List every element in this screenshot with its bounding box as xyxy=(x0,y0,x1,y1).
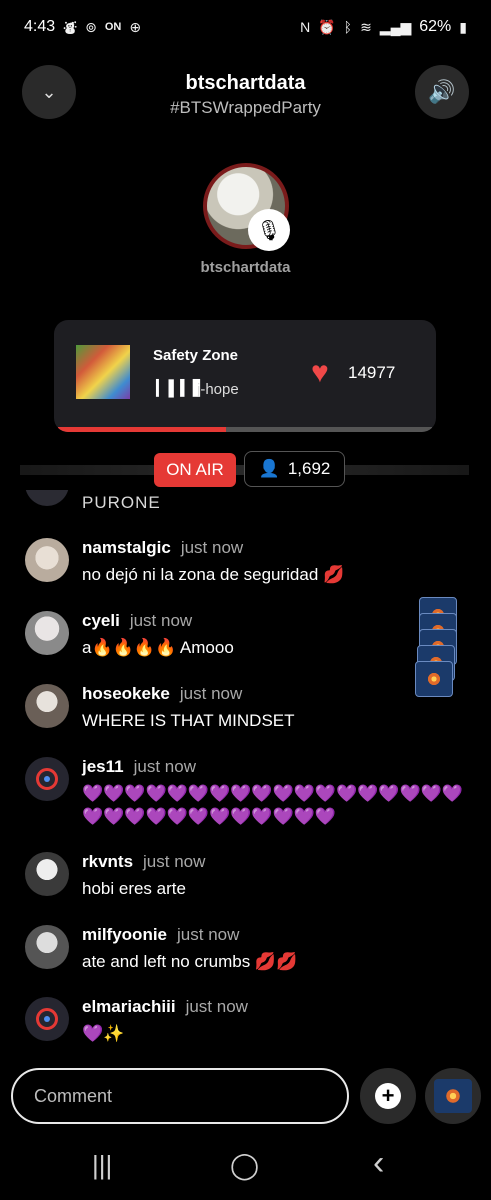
like-count: 14977 xyxy=(348,363,396,382)
volume-button[interactable]: 🔊 xyxy=(415,65,469,119)
plus-icon: + xyxy=(375,1083,401,1109)
avatar[interactable] xyxy=(25,757,69,801)
chat-feed[interactable]: PURONE namstalgic just now no dejó ni la … xyxy=(0,490,491,1050)
alarm-icon: ⏰ xyxy=(318,18,336,35)
gift-animation xyxy=(415,597,457,697)
chat-timestamp: just now xyxy=(179,684,243,703)
heart-icon[interactable]: ♥ xyxy=(311,356,329,390)
add-button[interactable]: + xyxy=(360,1068,416,1124)
chat-username[interactable]: cyeli xyxy=(82,611,120,630)
chat-text: a🔥🔥🔥🔥 Amooo xyxy=(82,638,234,657)
default-avatar-icon xyxy=(36,1008,58,1030)
wifi-icon: ≋ xyxy=(360,18,372,35)
chat-username[interactable]: jes11 xyxy=(82,757,124,776)
chat-text: 💜💜💜💜💜💜💜💜💜💜💜💜💜💜💜💜💜💜💜💜💜💜💜💜💜💜💜💜💜💜 xyxy=(82,784,464,826)
chat-timestamp: just now xyxy=(177,925,240,944)
mic-off-icon: 🎙 xyxy=(256,219,282,242)
mic-muted-badge: 🎙 xyxy=(248,209,290,251)
on-icon: ON xyxy=(104,21,122,33)
fireworks-icon xyxy=(415,661,453,697)
song-progress-fill xyxy=(58,427,227,432)
system-nav-bar: ||| ◯ ‹ xyxy=(0,1140,491,1200)
status-bar: 4:43 ⛇ ⊚ ON ⊕ N ⏰ ᛒ ≋ ▂▄▆ 62% ▮ xyxy=(0,0,491,54)
chat-username[interactable]: elmariachiii xyxy=(82,997,176,1016)
song-title: Safety Zone xyxy=(153,347,239,364)
chat-timestamp: just now xyxy=(180,538,244,557)
default-avatar-icon xyxy=(36,768,58,790)
avatar[interactable] xyxy=(25,925,69,969)
bluetooth-icon: ᛒ xyxy=(343,19,353,35)
chat-text: hobi eres arte xyxy=(82,879,186,898)
on-air-badge: ON AIR xyxy=(154,453,236,487)
partial-message-text: PURONE xyxy=(82,493,161,512)
status-left: 4:43 ⛇ ⊚ ON ⊕ xyxy=(24,17,141,38)
chat-timestamp: just now xyxy=(143,852,206,871)
recents-button[interactable]: ||| xyxy=(92,1150,112,1181)
nfc-icon: N xyxy=(300,19,311,35)
status-right: N ⏰ ᛒ ≋ ▂▄▆ 62% ▮ xyxy=(300,18,467,36)
avatar[interactable] xyxy=(25,538,69,582)
person-icon: 👤 xyxy=(258,459,280,478)
fireworks-icon xyxy=(434,1079,472,1113)
signal-icon: ▂▄▆ xyxy=(379,18,412,35)
chat-text: WHERE IS THAT MINDSET xyxy=(82,711,295,730)
chat-username[interactable]: namstalgic xyxy=(82,538,171,557)
avatar[interactable] xyxy=(25,684,69,728)
back-button[interactable]: ‹ xyxy=(373,1144,384,1183)
chat-text: ate and left no crumbs 💋💋 xyxy=(82,952,298,971)
chat-timestamp: just now xyxy=(129,611,193,630)
avatar[interactable] xyxy=(25,852,69,896)
chat-username[interactable]: rkvnts xyxy=(82,852,133,871)
chat-username[interactable]: hoseokeke xyxy=(82,684,170,703)
status-time: 4:43 xyxy=(24,18,56,35)
now-playing-card[interactable]: Safety Zone ▎▌▍▋ j-hope ♥ 14977 xyxy=(54,320,436,432)
send-gift-button[interactable] xyxy=(425,1068,481,1124)
data-saver-icon: ⊕ xyxy=(129,18,142,35)
comment-placeholder: Comment xyxy=(34,1085,113,1106)
song-artist: j-hope xyxy=(197,381,239,398)
avatar[interactable] xyxy=(25,997,69,1041)
battery-icon: ▮ xyxy=(459,18,467,35)
chat-timestamp: just now xyxy=(185,997,248,1016)
speaker-icon: 🔊 xyxy=(428,79,456,104)
avatar[interactable] xyxy=(25,611,69,655)
album-art xyxy=(76,345,130,399)
host-name: btschartdata xyxy=(200,259,291,276)
notification-icon: ⛇ xyxy=(63,19,78,36)
chat-username[interactable]: milfyoonie xyxy=(82,925,167,944)
chat-text: no dejó ni la zona de seguridad 💋 xyxy=(82,565,345,584)
listener-count: 1,692 xyxy=(287,459,331,478)
listener-count-button[interactable]: 👤 1,692 xyxy=(244,451,345,487)
comment-input[interactable]: Comment xyxy=(11,1068,349,1124)
chat-timestamp: just now xyxy=(133,757,196,776)
song-progress-bar xyxy=(58,427,432,432)
avatar xyxy=(25,490,69,506)
home-button[interactable]: ◯ xyxy=(230,1150,259,1181)
battery-level: 62% xyxy=(419,18,452,35)
chat-text: 💜✨ xyxy=(82,1024,125,1043)
shazam-icon: ⊚ xyxy=(85,18,97,35)
